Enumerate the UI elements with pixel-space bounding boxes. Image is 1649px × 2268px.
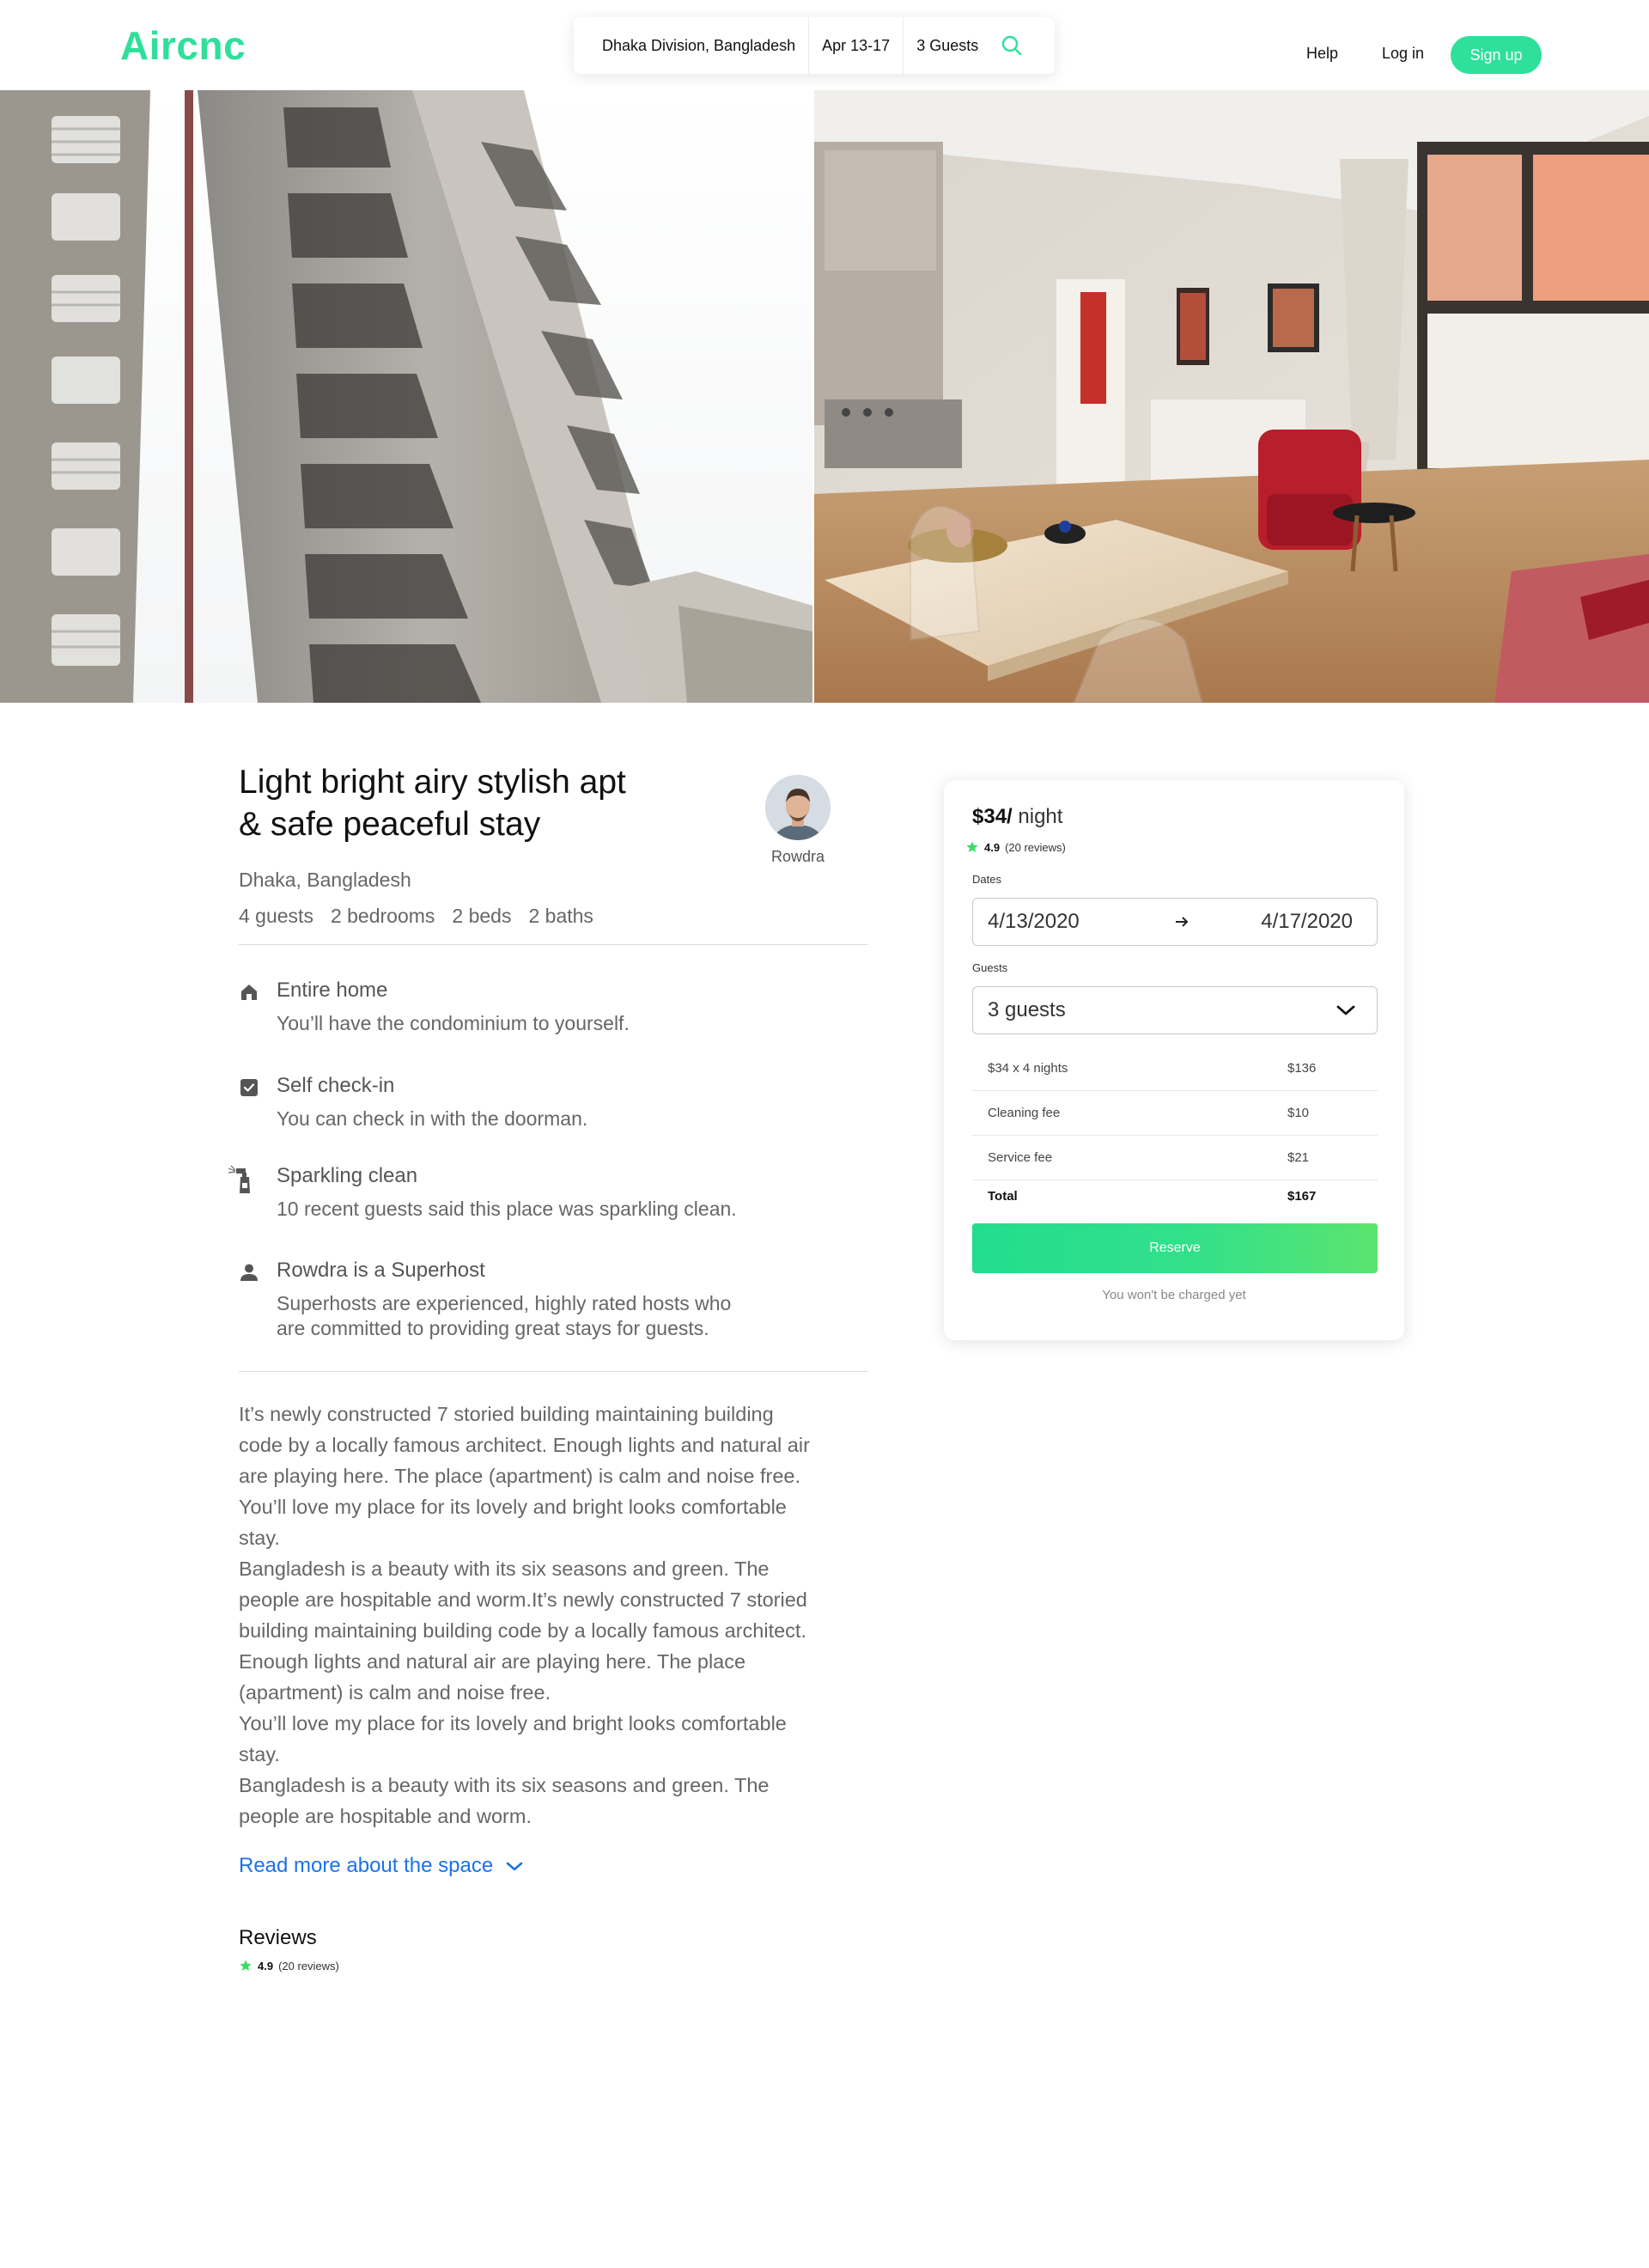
arrow-right-icon bbox=[1176, 917, 1189, 927]
search-button[interactable] bbox=[991, 17, 1032, 74]
search-bar[interactable]: Dhaka Division, Bangladesh Apr 13-17 3 G… bbox=[574, 17, 1055, 74]
spray-bottle-icon bbox=[228, 1165, 250, 1193]
star-icon bbox=[966, 841, 978, 852]
reserve-button[interactable]: Reserve bbox=[972, 1223, 1378, 1273]
search-icon bbox=[1002, 35, 1022, 56]
line-amount: $136 bbox=[1287, 1061, 1317, 1076]
rating-value: 4.9 bbox=[258, 1959, 274, 1972]
description-line: people are hospitable and worm. bbox=[239, 1805, 532, 1827]
listing-title-line2: & safe peaceful stay bbox=[239, 806, 541, 843]
dates-label: Dates bbox=[972, 873, 1001, 886]
check-in-date[interactable]: 4/13/2020 bbox=[988, 910, 1080, 934]
price-line-total: Total $167 bbox=[972, 1174, 1378, 1218]
description-line: You’ll love my place for its lovely and … bbox=[239, 1496, 787, 1518]
feature-desc: Superhosts are experienced, highly rated… bbox=[277, 1291, 809, 1341]
search-guests[interactable]: 3 Guests bbox=[904, 17, 991, 74]
description-line: stay. bbox=[239, 1743, 280, 1765]
price-unit: night bbox=[1012, 805, 1063, 828]
host-name: Rowdra bbox=[770, 848, 825, 865]
description-line: (apartment) is calm and noise free. bbox=[239, 1681, 551, 1704]
description-line: stay. bbox=[239, 1527, 280, 1549]
reviews-count: (20 reviews) bbox=[1005, 840, 1066, 854]
description-line: are playing here. The place (apartment) … bbox=[239, 1465, 800, 1487]
line-label: Service fee bbox=[988, 1150, 1053, 1165]
spec-bedrooms: 2 bedrooms bbox=[330, 905, 435, 927]
listing-title: Light bright airy stylish apt & safe pea… bbox=[239, 761, 720, 845]
checkbox-icon bbox=[240, 1079, 258, 1096]
description-line: It’s newly constructed 7 storied buildin… bbox=[239, 1403, 774, 1425]
reviews-heading: Reviews bbox=[239, 1926, 317, 1949]
avatar[interactable] bbox=[765, 775, 831, 840]
price-line-nights: $34 x 4 nights $136 bbox=[972, 1046, 1378, 1091]
guests-label: Guests bbox=[972, 961, 1008, 974]
living-room-photo[interactable] bbox=[814, 90, 1649, 703]
home-icon bbox=[241, 985, 257, 1000]
description-line: building maintaining building code by a … bbox=[239, 1619, 806, 1642]
feature-desc: 10 recent guests said this place was spa… bbox=[277, 1198, 737, 1220]
date-range-field[interactable]: 4/13/2020 4/17/2020 bbox=[972, 898, 1378, 946]
no-charge-note: You won't be charged yet bbox=[1102, 1288, 1246, 1302]
read-more-label: Read more about the space bbox=[239, 1854, 494, 1877]
host-profile[interactable]: Rowdra bbox=[764, 775, 831, 866]
price-per-night: $34/ night bbox=[972, 805, 1062, 829]
line-amount: $21 bbox=[1287, 1150, 1310, 1165]
guests-select[interactable]: 3 guests bbox=[972, 986, 1378, 1034]
feature-desc: You’ll have the condominium to yourself. bbox=[277, 1012, 630, 1034]
feature-desc-line1: Superhosts are experienced, highly rated… bbox=[277, 1292, 732, 1314]
nav-login-link[interactable]: Log in bbox=[1382, 45, 1424, 63]
reviews-count: (20 reviews) bbox=[278, 1959, 339, 1972]
spec-baths: 2 baths bbox=[528, 905, 593, 927]
description-line: Bangladesh is a beauty with its six seas… bbox=[239, 1558, 770, 1580]
top-header: Aircnc Dhaka Division, Bangladesh Apr 13… bbox=[0, 0, 1649, 90]
check-out-date[interactable]: 4/17/2020 bbox=[1261, 910, 1353, 934]
divider bbox=[239, 944, 867, 945]
feature-desc: You can check in with the doorman. bbox=[277, 1107, 588, 1130]
card-rating[interactable]: 4.9 (20 reviews) bbox=[965, 840, 1066, 854]
feature-title: Rowdra is a Superhost bbox=[277, 1259, 485, 1282]
star-icon bbox=[240, 1960, 252, 1971]
feature-title: Sparkling clean bbox=[277, 1164, 418, 1187]
line-label: $34 x 4 nights bbox=[988, 1061, 1068, 1076]
spec-guests: 4 guests bbox=[239, 905, 313, 927]
read-more-link[interactable]: Read more about the space bbox=[239, 1854, 524, 1878]
total-amount: $167 bbox=[1287, 1188, 1317, 1204]
feature-title: Self check-in bbox=[277, 1074, 395, 1097]
total-label: Total bbox=[988, 1188, 1018, 1204]
hero-gallery bbox=[0, 90, 1649, 703]
divider bbox=[239, 1371, 867, 1372]
description-line: Bangladesh is a beauty with its six seas… bbox=[239, 1774, 770, 1796]
price-line-cleaning: Cleaning fee $10 bbox=[972, 1091, 1378, 1136]
line-label: Cleaning fee bbox=[988, 1106, 1061, 1120]
listing-specs: 4 guests 2 bedrooms 2 beds 2 baths bbox=[239, 905, 593, 928]
listing-title-line1: Light bright airy stylish apt bbox=[239, 764, 626, 801]
listing-description: It’s newly constructed 7 storied buildin… bbox=[239, 1399, 857, 1832]
feature-title: Entire home bbox=[277, 979, 388, 1002]
guests-value: 3 guests bbox=[988, 998, 1066, 1021]
booking-card: $34/ night 4.9 (20 reviews) Dates 4/13/2… bbox=[944, 780, 1404, 1340]
reviews-rating[interactable]: 4.9 (20 reviews) bbox=[239, 1959, 339, 1972]
chevron-down-icon bbox=[506, 1862, 523, 1871]
rating-value: 4.9 bbox=[984, 840, 1001, 854]
price-amount: $34/ bbox=[972, 805, 1013, 828]
description-line: people are hospitable and worm.It’s newl… bbox=[239, 1588, 807, 1611]
logo[interactable]: Aircnc bbox=[120, 22, 246, 69]
nav-help-link[interactable]: Help bbox=[1306, 45, 1338, 63]
person-icon bbox=[240, 1264, 258, 1281]
search-dates[interactable]: Apr 13-17 bbox=[809, 17, 904, 74]
chevron-down-icon bbox=[1336, 1005, 1355, 1015]
search-location[interactable]: Dhaka Division, Bangladesh bbox=[574, 17, 810, 74]
line-amount: $10 bbox=[1287, 1106, 1310, 1120]
spec-beds: 2 beds bbox=[452, 905, 512, 927]
signup-button[interactable]: Sign up bbox=[1451, 36, 1542, 74]
listing-location: Dhaka, Bangladesh bbox=[239, 869, 411, 891]
description-line: code by a locally famous architect. Enou… bbox=[239, 1434, 810, 1456]
building-photo[interactable] bbox=[0, 90, 812, 703]
description-line: Enough lights and natural air are playin… bbox=[239, 1650, 746, 1673]
feature-desc-line2: are committed to providing great stays f… bbox=[277, 1317, 709, 1339]
description-line: You’ll love my place for its lovely and … bbox=[239, 1712, 787, 1735]
